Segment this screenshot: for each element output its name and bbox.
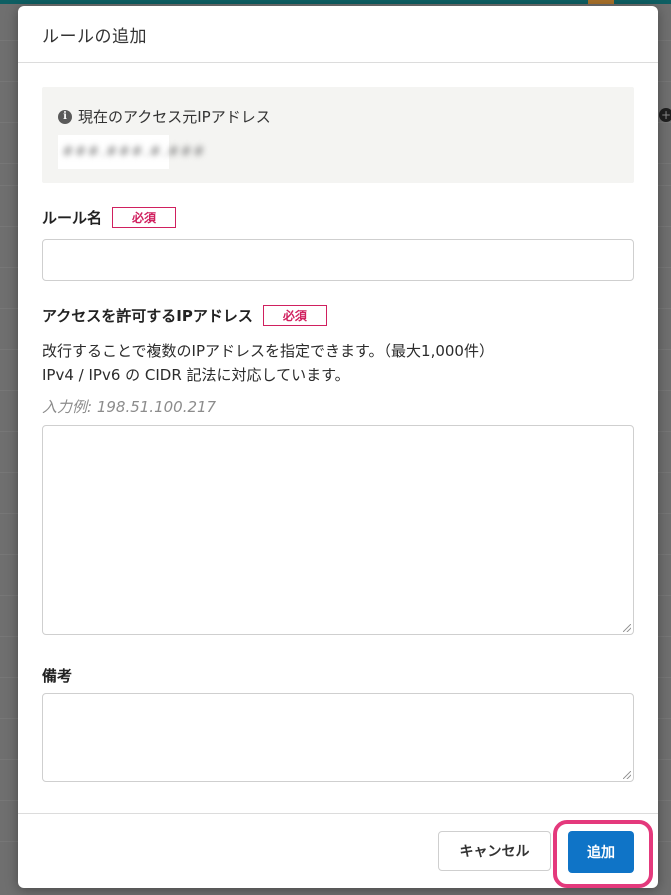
dialog-header: ルールの追加 — [18, 6, 658, 63]
rule-name-label: ルール名 — [42, 209, 103, 227]
dialog-title: ルールの追加 — [42, 26, 147, 47]
current-ip-panel: i 現在のアクセス元IPアドレス ###.###.#.### — [42, 87, 634, 183]
allowed-ips-example: 入力例: 198.51.100.217 — [42, 398, 217, 416]
notes-label: 備考 — [42, 667, 73, 685]
notes-label-row: 備考 — [42, 665, 72, 686]
add-button[interactable]: 追加 — [568, 831, 634, 873]
required-badge: 必須 — [262, 305, 327, 326]
resize-handle[interactable] — [623, 771, 631, 779]
current-ip-value-box: ###.###.#.### — [58, 135, 205, 169]
allowed-ips-help-line-1: 改行することで複数のIPアドレスを指定できます。（最大1,000件） — [42, 342, 494, 360]
allowed-ips-help-line-2: IPv4 / IPv6 の CIDR 記法に対応しています。 — [42, 366, 350, 384]
current-ip-label: 現在のアクセス元IPアドレス — [78, 108, 271, 126]
allowed-ips-label-row: アクセスを許可するIPアドレス 必須 — [42, 305, 327, 326]
resize-handle[interactable] — [623, 624, 631, 632]
allowed-ips-label: アクセスを許可するIPアドレス — [42, 307, 253, 325]
required-badge: 必須 — [112, 207, 177, 228]
notes-textarea[interactable] — [42, 693, 634, 782]
info-icon: i — [58, 109, 72, 124]
current-ip-value: ###.###.#.### — [62, 144, 206, 160]
rule-name-input[interactable] — [42, 239, 634, 281]
dialog-footer: キャンセル 追加 — [18, 813, 658, 888]
rule-name-label-row: ルール名 必須 — [42, 207, 177, 228]
add-rule-dialog: ルールの追加 i 現在のアクセス元IPアドレス ###.###.#.### ルー… — [18, 6, 658, 888]
current-ip-heading: i 現在のアクセス元IPアドレス — [58, 106, 271, 127]
cancel-button[interactable]: キャンセル — [438, 831, 551, 871]
background-add-icon: + — [659, 108, 671, 122]
allowed-ips-textarea[interactable] — [42, 425, 634, 635]
